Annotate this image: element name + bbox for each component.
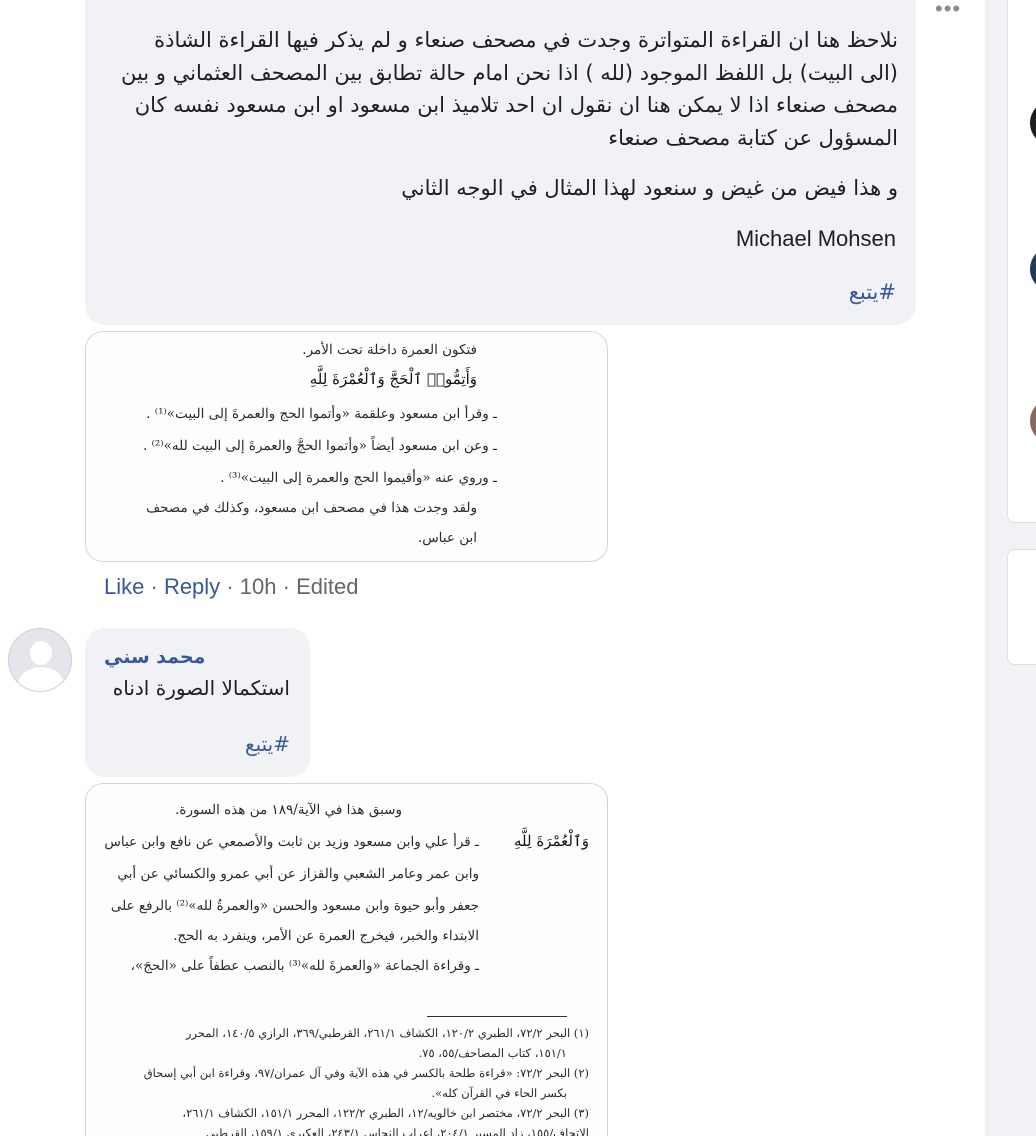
scan-text-line: وابن عمر وعامر الشعبي والقزاز عن أبي عمر… — [117, 866, 479, 882]
hashtag-link[interactable]: #يتبع — [245, 732, 290, 756]
more-options-icon[interactable]: ••• — [935, 0, 961, 22]
comment-actions: Like · Reply · 10h · Edited — [104, 574, 358, 600]
footnote-rule — [427, 1016, 567, 1017]
footnote-line: (١) البحر ٧٢/٢، الطبري ١٢٠/٢، الكشاف ٢٦١… — [185, 1026, 589, 1040]
footnote-line: (٣) البحر ٧٢/٢، مختصر ابن خالويه/١٢، الط… — [182, 1106, 589, 1120]
footnote-line: الاتحاف/١٥٥، زاد المسير ٢٠٤/١، إعراب الن… — [205, 1126, 589, 1136]
comment-paragraph: و هذا فيض من غيض و سنعود لهذا المثال في … — [401, 176, 898, 200]
hashtag-link[interactable]: #يتبع — [849, 280, 896, 304]
attached-book-scan[interactable]: وسبق هذا في الآية/١٨٩ من هذه السورة. وَٱ… — [85, 783, 608, 1136]
separator: · — [282, 574, 290, 599]
footnote-line: (٢) البحر ٧٢/٢: «قراءة طلحة بالكسر في هذ… — [143, 1066, 589, 1080]
scan-text-line: فتكون العمرة داخلة تحت الأمر. — [302, 342, 477, 358]
scan-text-line: ـ وقراءة الجماعة «والعمرةَ لله»⁽³⁾ بالنص… — [130, 958, 479, 974]
comment-paragraph: نلاحظ هنا ان القراءة المتواترة وجدت في م… — [120, 28, 898, 150]
scan-text-line: جعفر وأبو حيوة وابن مسعود والحسن «والعمر… — [110, 898, 479, 914]
scan-text-line: وسبق هذا في الآية/١٨٩ من هذه السورة. — [175, 802, 402, 818]
avatar[interactable] — [8, 628, 72, 692]
footnote-line: بكسر الحاء في القرآن كله». — [431, 1086, 567, 1100]
separator: · — [226, 574, 234, 599]
scan-text-line: ـ وعن ابن مسعود أيضاً «وأتموا الحجَّ وال… — [142, 438, 497, 454]
facebook-comment-thread: ••• نلاحظ هنا ان القراءة المتواترة وجدت … — [0, 0, 1036, 1136]
comment-signature: Michael Mohsen — [735, 226, 896, 251]
edited-label[interactable]: Edited — [296, 574, 358, 599]
separator: · — [150, 574, 158, 599]
scan-text-line: الابتداء والخبر، فيخرج العمرة عن الأمر، … — [173, 928, 479, 944]
like-button[interactable]: Like — [104, 574, 144, 599]
reply-author-name[interactable]: محمد سني — [104, 646, 205, 668]
sidebar-card — [1007, 549, 1036, 665]
reply-button[interactable]: Reply — [164, 574, 220, 599]
reply-text: استكمالا الصورة ادناه — [112, 676, 290, 700]
scan-text-line: ـ وروي عنه «وأقيموا الحج والعمرة إلى الب… — [220, 470, 497, 486]
scan-quran-verse: وَأَتِمُّوا۟ ٱلْحَجَّ وَٱلْعُمْرَةَ لِلَ… — [309, 370, 477, 388]
scan-text-line: ابن عباس. — [417, 530, 477, 546]
scan-text-line: ولقد وجدت هذا في مصحف ابن مسعود، وكذلك ف… — [146, 500, 477, 516]
attached-book-scan[interactable]: فتكون العمرة داخلة تحت الأمر. وَأَتِمُّو… — [85, 331, 608, 562]
scan-quran-verse: وَٱلْعُمْرَةَ لِلَّهِ — [514, 832, 589, 850]
comment-timestamp[interactable]: 10h — [240, 574, 277, 599]
footnote-line: ١٥١/١، كتاب المصاحف/٥٥، ٧٥. — [418, 1046, 567, 1060]
scan-text-line: ـ قرأ علي وابن مسعود وزيد بن ثابت والأصم… — [104, 834, 479, 850]
scan-text-line: ـ وقرأ ابن مسعود وعلقمة «وأتموا الحج وال… — [146, 406, 497, 422]
avatar-placeholder-icon — [30, 641, 52, 665]
